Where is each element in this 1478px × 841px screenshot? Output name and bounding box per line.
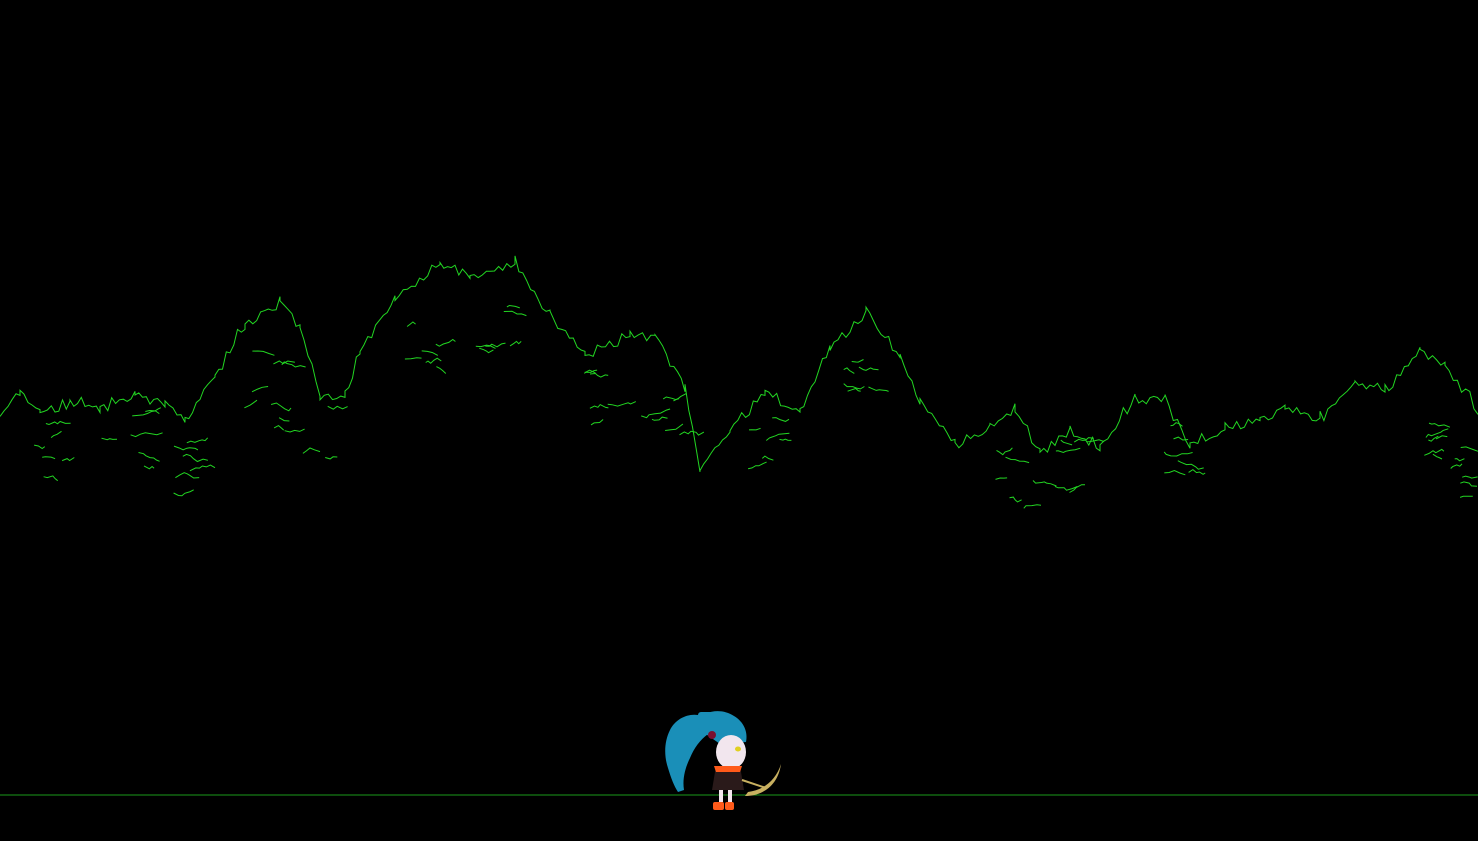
player-scythe-blade bbox=[745, 764, 781, 796]
foliage-detail bbox=[1032, 480, 1057, 487]
foliage-detail bbox=[665, 423, 684, 431]
foliage-detail bbox=[244, 399, 258, 409]
foliage-detail bbox=[61, 457, 75, 462]
foliage-detail bbox=[1060, 439, 1073, 446]
game-canvas[interactable] bbox=[0, 0, 1478, 841]
foliage-detail bbox=[851, 359, 864, 363]
foliage-detail bbox=[1454, 458, 1465, 462]
foliage-detail bbox=[281, 361, 306, 368]
foliage-detail bbox=[325, 456, 338, 460]
treeline-ridge bbox=[0, 255, 1478, 472]
foliage-detail bbox=[503, 310, 527, 317]
foliage-detail bbox=[130, 432, 163, 438]
foliage-detail bbox=[186, 437, 209, 444]
foliage-detail bbox=[868, 386, 889, 392]
foliage-detail bbox=[485, 342, 506, 348]
foliage-detail bbox=[1460, 481, 1478, 487]
foliage-detail bbox=[1086, 439, 1105, 443]
foliage-detail bbox=[173, 489, 194, 497]
foliage-detail bbox=[406, 321, 416, 327]
foliage-detail bbox=[327, 405, 348, 410]
foliage-detail bbox=[996, 447, 1013, 456]
foliage-detail bbox=[1459, 495, 1473, 498]
foliage-detail bbox=[421, 350, 439, 356]
foliage-detail bbox=[1023, 504, 1042, 509]
foliage-detail bbox=[590, 419, 604, 426]
foliage-detail bbox=[252, 350, 275, 356]
player-hair-ornament bbox=[708, 731, 716, 739]
foliage-detail bbox=[772, 417, 790, 422]
foliage-detail bbox=[1177, 460, 1204, 470]
foliage-detail bbox=[1188, 468, 1206, 475]
foliage-detail bbox=[679, 430, 705, 436]
foliage-detail bbox=[1432, 453, 1443, 460]
foliage-detail bbox=[1005, 456, 1030, 464]
foliage-detail bbox=[45, 420, 71, 426]
foliage-detail bbox=[436, 366, 447, 374]
foliage-detail bbox=[1164, 469, 1186, 476]
foliage-detail bbox=[843, 383, 865, 390]
foliage-detail bbox=[138, 452, 160, 462]
foliage-detail bbox=[404, 357, 422, 360]
player-scarf bbox=[714, 766, 742, 772]
foliage-detail bbox=[1055, 447, 1081, 454]
foliage-detail bbox=[1450, 463, 1463, 469]
foliage-detail bbox=[1428, 422, 1451, 428]
foliage-detail bbox=[50, 430, 62, 438]
foliage-detail bbox=[182, 453, 209, 463]
foliage-detail bbox=[251, 386, 269, 393]
player-leg-left bbox=[719, 790, 723, 802]
foliage-detail bbox=[475, 344, 496, 349]
foliage-detail bbox=[589, 403, 609, 409]
foliage-detail bbox=[273, 425, 285, 431]
foliage-detail bbox=[748, 427, 761, 431]
foliage-detail bbox=[1163, 451, 1193, 457]
foliage-detail bbox=[302, 447, 321, 454]
foliage-detail bbox=[42, 456, 56, 460]
foliage-detail bbox=[641, 408, 671, 419]
player-shoe-left bbox=[713, 802, 724, 810]
player-leg-right bbox=[728, 790, 732, 802]
player-face bbox=[716, 735, 746, 769]
foliage-detail bbox=[1460, 446, 1478, 452]
foliage-detail bbox=[1170, 422, 1183, 427]
foliage-detail bbox=[747, 461, 767, 470]
foliage-detail bbox=[189, 464, 216, 472]
foliage-detail bbox=[506, 304, 520, 309]
foliage-detail bbox=[270, 402, 292, 412]
foliage-detail bbox=[589, 372, 609, 378]
foliage-detail bbox=[278, 417, 290, 422]
foliage-detail bbox=[843, 367, 855, 374]
player-hair-bow bbox=[698, 712, 716, 722]
foliage-detail bbox=[425, 357, 442, 364]
foliage-detail bbox=[761, 455, 774, 461]
foliage-detail bbox=[779, 438, 792, 441]
foliage-detail bbox=[173, 445, 199, 451]
foliage-detail bbox=[43, 475, 59, 482]
foliage-detail bbox=[479, 347, 494, 354]
foliage-detail bbox=[33, 444, 46, 450]
player-scythe-handle bbox=[741, 779, 767, 789]
foliage-detail bbox=[1009, 496, 1022, 503]
foliage-detail bbox=[284, 428, 305, 433]
foliage-detail bbox=[651, 416, 668, 421]
foliage-detail bbox=[143, 465, 155, 470]
foliage-detail bbox=[1462, 475, 1478, 479]
foliage-detail bbox=[995, 477, 1008, 480]
player-shoe-right bbox=[725, 802, 734, 810]
foliage-detail bbox=[175, 472, 200, 479]
player-eye bbox=[735, 746, 741, 752]
foliage-detail bbox=[607, 401, 637, 407]
foliage-detail bbox=[101, 437, 118, 441]
foliage-detail bbox=[662, 396, 680, 401]
foliage-detail bbox=[435, 338, 456, 347]
foliage-detail bbox=[1173, 436, 1189, 441]
foliage-detail bbox=[509, 340, 522, 347]
foliage-detail bbox=[858, 366, 879, 371]
forest-background bbox=[0, 255, 1478, 509]
